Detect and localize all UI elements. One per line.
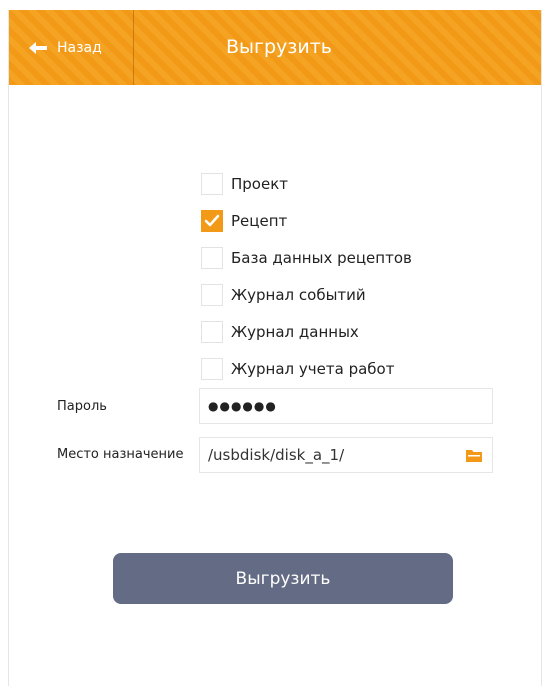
checkbox[interactable]	[201, 246, 223, 269]
option-label: Журнал учета работ	[231, 359, 395, 378]
option-label: Проект	[231, 174, 289, 193]
back-button-label: Назад	[57, 39, 102, 56]
arrow-left-icon	[29, 41, 47, 54]
option-recipe[interactable]: Рецепт	[201, 202, 412, 239]
password-field[interactable]: ●●●●●●	[199, 388, 493, 424]
destination-label: Место назначение	[57, 447, 184, 462]
option-event-log[interactable]: Журнал событий	[201, 276, 412, 313]
checkbox[interactable]	[201, 283, 223, 306]
upload-button-label: Выгрузить	[235, 568, 331, 589]
header-divider	[133, 10, 134, 85]
password-value: ●●●●●●	[208, 399, 277, 413]
checkbox[interactable]	[201, 357, 223, 380]
checkbox-checked[interactable]	[201, 209, 223, 232]
password-label: Пароль	[57, 399, 107, 414]
header-bar: Назад Выгрузить	[9, 10, 541, 85]
folder-icon[interactable]	[466, 449, 482, 462]
checkbox[interactable]	[201, 172, 223, 195]
checkmark-icon	[204, 214, 220, 226]
upload-screen: Назад Выгрузить Проект Рецепт База данны…	[8, 10, 542, 686]
option-project[interactable]: Проект	[201, 165, 412, 202]
option-label: Журнал событий	[231, 285, 366, 304]
option-label: База данных рецептов	[231, 248, 412, 267]
export-options-list: Проект Рецепт База данных рецептов Журна…	[201, 165, 412, 387]
option-label: Рецепт	[231, 211, 288, 230]
checkbox[interactable]	[201, 320, 223, 343]
option-recipe-database[interactable]: База данных рецептов	[201, 239, 412, 276]
destination-value: /usbdisk/disk_a_1/	[208, 446, 345, 464]
upload-button[interactable]: Выгрузить	[113, 553, 453, 604]
back-button[interactable]: Назад	[9, 10, 133, 85]
page-title: Выгрузить	[225, 36, 333, 58]
destination-field[interactable]: /usbdisk/disk_a_1/	[199, 437, 493, 473]
option-work-log[interactable]: Журнал учета работ	[201, 350, 412, 387]
option-data-log[interactable]: Журнал данных	[201, 313, 412, 350]
option-label: Журнал данных	[231, 322, 359, 341]
